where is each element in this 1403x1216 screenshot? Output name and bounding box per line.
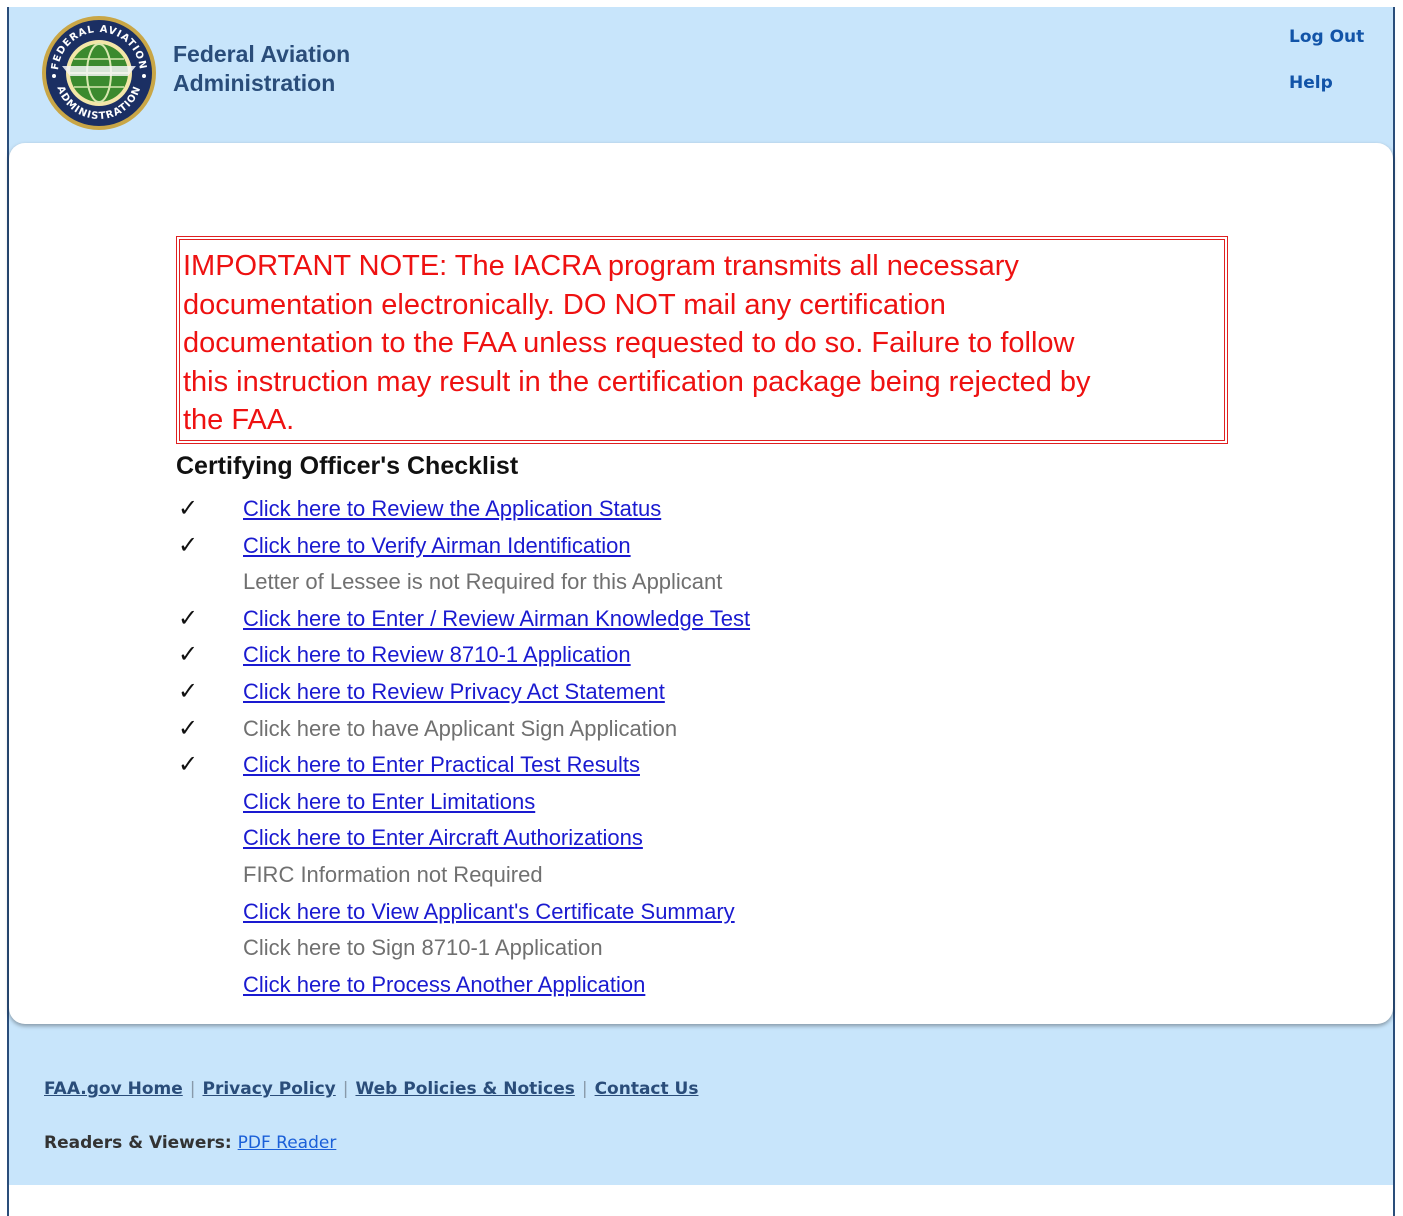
footer-link-web-policies[interactable]: Web Policies & Notices (355, 1079, 574, 1099)
checklist-text: Letter of Lessee is not Required for thi… (243, 569, 723, 594)
checklist-item[interactable]: ✓ Click here to Review Privacy Act Statem… (176, 674, 1076, 710)
checkmark-icon: ✓ (178, 751, 199, 778)
pdf-reader-link[interactable]: PDF Reader (238, 1133, 337, 1153)
notice-line-1: IMPORTANT NOTE: The IACRA program transm… (183, 250, 1019, 282)
checkmark-icon: ✓ (178, 641, 199, 668)
page-bottom (9, 1185, 1393, 1216)
footer-link-privacy-policy[interactable]: Privacy Policy (202, 1079, 335, 1099)
checklist-item[interactable]: Click here to Enter Limitations (176, 784, 1076, 820)
footer-links: FAA.gov Home | Privacy Policy | Web Policies… (44, 1079, 698, 1099)
checklist-link[interactable]: Click here to Review 8710-1 Application (243, 637, 631, 673)
checklist-link[interactable]: Click here to Enter / Review Airman Know… (243, 601, 750, 637)
checklist-item: FIRC Information not Required (176, 857, 1076, 893)
footer-separator: | (581, 1079, 588, 1099)
checkmark-icon: ✓ (178, 715, 199, 742)
checklist-item[interactable]: ✓ Click here to Enter / Review Airman Kno… (176, 601, 1076, 637)
footer-separator: | (342, 1079, 349, 1099)
notice-line-4: this instruction may result in the certi… (183, 365, 1091, 398)
checklist-link[interactable]: Click here to View Applicant's Certifica… (243, 894, 735, 930)
checklist-link[interactable]: Click here to Process Another Applicatio… (243, 967, 645, 1003)
checkmark-icon: ✓ (178, 532, 199, 559)
readers-label: Readers & Viewers: (44, 1133, 232, 1153)
notice-line-5: the FAA. (183, 404, 295, 436)
organization-name: Federal Aviation Administration (173, 40, 350, 98)
notice-line-3: documentation to the FAA unless requeste… (183, 327, 1075, 359)
checklist-item[interactable]: ✓ Click here to Verify Airman Identificat… (176, 528, 1076, 564)
footer-link-faa-home[interactable]: FAA.gov Home (44, 1079, 183, 1099)
checklist-title: Certifying Officer's Checklist (176, 452, 519, 480)
checklist-item: Letter of Lessee is not Required for thi… (176, 564, 1076, 600)
checklist-item: Click here to Sign 8710-1 Application (176, 930, 1076, 966)
checklist-item[interactable]: ✓ Click here to Review 8710-1 Application (176, 637, 1076, 673)
readers-viewers: Readers & Viewers: PDF Reader (44, 1133, 336, 1153)
checklist-item[interactable]: ✓ Click here to Enter Practical Test Resu… (176, 747, 1076, 783)
checklist-link[interactable]: Click here to Verify Airman Identificati… (243, 528, 631, 564)
help-link[interactable]: Help (1289, 73, 1333, 93)
checkmark-icon: ✓ (178, 495, 199, 522)
checklist-link[interactable]: Click here to Review Privacy Act Stateme… (243, 674, 665, 710)
checkmark-icon: ✓ (178, 605, 199, 632)
faa-seal-icon[interactable]: FEDERAL AVIATION ADMINISTRATION (40, 14, 158, 132)
checklist-link[interactable]: Click here to Review the Application Sta… (243, 491, 661, 527)
checklist-item[interactable]: Click here to View Applicant's Certifica… (176, 894, 1076, 930)
checklist-text: Click here to have Applicant Sign Applic… (243, 716, 678, 741)
checklist-item[interactable]: Click here to Enter Aircraft Authorizati… (176, 820, 1076, 856)
checklist-link[interactable]: Click here to Enter Limitations (243, 784, 535, 820)
checklist-item: ✓ Click here to have Applicant Sign Appli… (176, 711, 1076, 747)
checklist-link[interactable]: Click here to Enter Practical Test Resul… (243, 747, 640, 783)
important-notice-box: IMPORTANT NOTE: The IACRA program transm… (176, 236, 1228, 444)
checkmark-icon: ✓ (178, 678, 199, 705)
footer-separator: | (189, 1079, 196, 1099)
checklist-text: FIRC Information not Required (243, 862, 543, 887)
footer-link-contact-us[interactable]: Contact Us (595, 1079, 699, 1099)
org-name-line1: Federal Aviation (173, 41, 351, 67)
checklist-link[interactable]: Click here to Enter Aircraft Authorizati… (243, 820, 643, 856)
notice-line-2: documentation electronically. DO NOT mai… (183, 288, 946, 321)
logout-link[interactable]: Log Out (1289, 27, 1364, 47)
checklist-item[interactable]: Click here to Process Another Applicatio… (176, 967, 1076, 1003)
checklist-item[interactable]: ✓ Click here to Review the Application St… (176, 491, 1076, 527)
checklist-text: Click here to Sign 8710-1 Application (243, 935, 603, 960)
org-name-line2: Administration (173, 70, 336, 96)
important-notice-text: IMPORTANT NOTE: The IACRA program transm… (179, 239, 1225, 441)
